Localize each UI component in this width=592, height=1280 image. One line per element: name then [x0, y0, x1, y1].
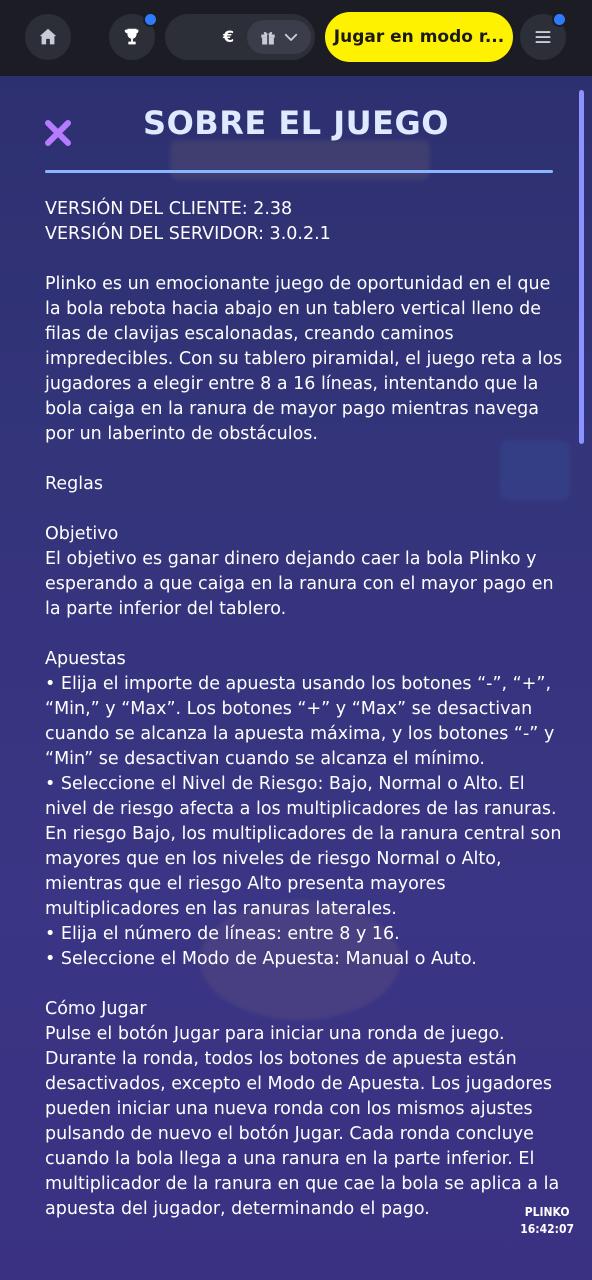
top-bar: € Jugar en modo r... — [0, 0, 592, 76]
bets-item: • Seleccione el Modo de Apuesta: Manual … — [45, 949, 477, 969]
about-content: VERSIÓN DEL CLIENTE: 2.38 VERSIÓN DEL SE… — [45, 197, 565, 1222]
bets-item: • Seleccione el Nivel de Riesgo: Bajo, N… — [45, 774, 562, 919]
game-name: PLINKO — [524, 1205, 570, 1219]
intro-paragraph: Plinko es un emocionante juego de oportu… — [45, 274, 563, 444]
notification-dot — [552, 12, 567, 27]
howto-heading: Cómo Jugar — [45, 999, 147, 1019]
home-button[interactable] — [25, 14, 71, 60]
game-footer: PLINKO 16:42:07 — [520, 1204, 574, 1238]
background-glow — [170, 140, 430, 180]
server-version: VERSIÓN DEL SERVIDOR: 3.0.2.1 — [45, 224, 331, 244]
objective-text: El objetivo es ganar dinero dejando caer… — [45, 549, 554, 619]
currency-symbol: € — [223, 27, 235, 46]
bets-item: • Elija el número de líneas: entre 8 y 1… — [45, 924, 400, 944]
howto-text: Pulse el botón Jugar para iniciar una ro… — [45, 1024, 560, 1219]
home-icon — [39, 28, 57, 45]
notification-dot — [143, 12, 158, 27]
menu-icon — [535, 31, 551, 43]
title-divider — [45, 170, 553, 173]
chevron-down-icon — [284, 33, 298, 41]
clock: 16:42:07 — [520, 1222, 574, 1236]
play-real-mode-button[interactable]: Jugar en modo r... — [325, 12, 513, 62]
gift-icon — [261, 31, 275, 45]
trophy-icon — [124, 28, 139, 45]
objective-heading: Objetivo — [45, 524, 119, 544]
trophy-button[interactable] — [109, 12, 158, 60]
bets-item: • Elija el importe de apuesta usando los… — [45, 674, 555, 769]
rules-heading: Reglas — [45, 474, 103, 494]
client-version: VERSIÓN DEL CLIENTE: 2.38 — [45, 199, 293, 219]
menu-button[interactable] — [520, 12, 567, 60]
bets-heading: Apuestas — [45, 649, 126, 669]
balance-display[interactable]: € — [165, 14, 315, 60]
bottom-fade — [0, 1250, 592, 1280]
modal-title: SOBRE EL JUEGO — [143, 104, 449, 142]
bonus-dropdown[interactable] — [247, 20, 311, 54]
scrollbar[interactable] — [579, 90, 584, 444]
